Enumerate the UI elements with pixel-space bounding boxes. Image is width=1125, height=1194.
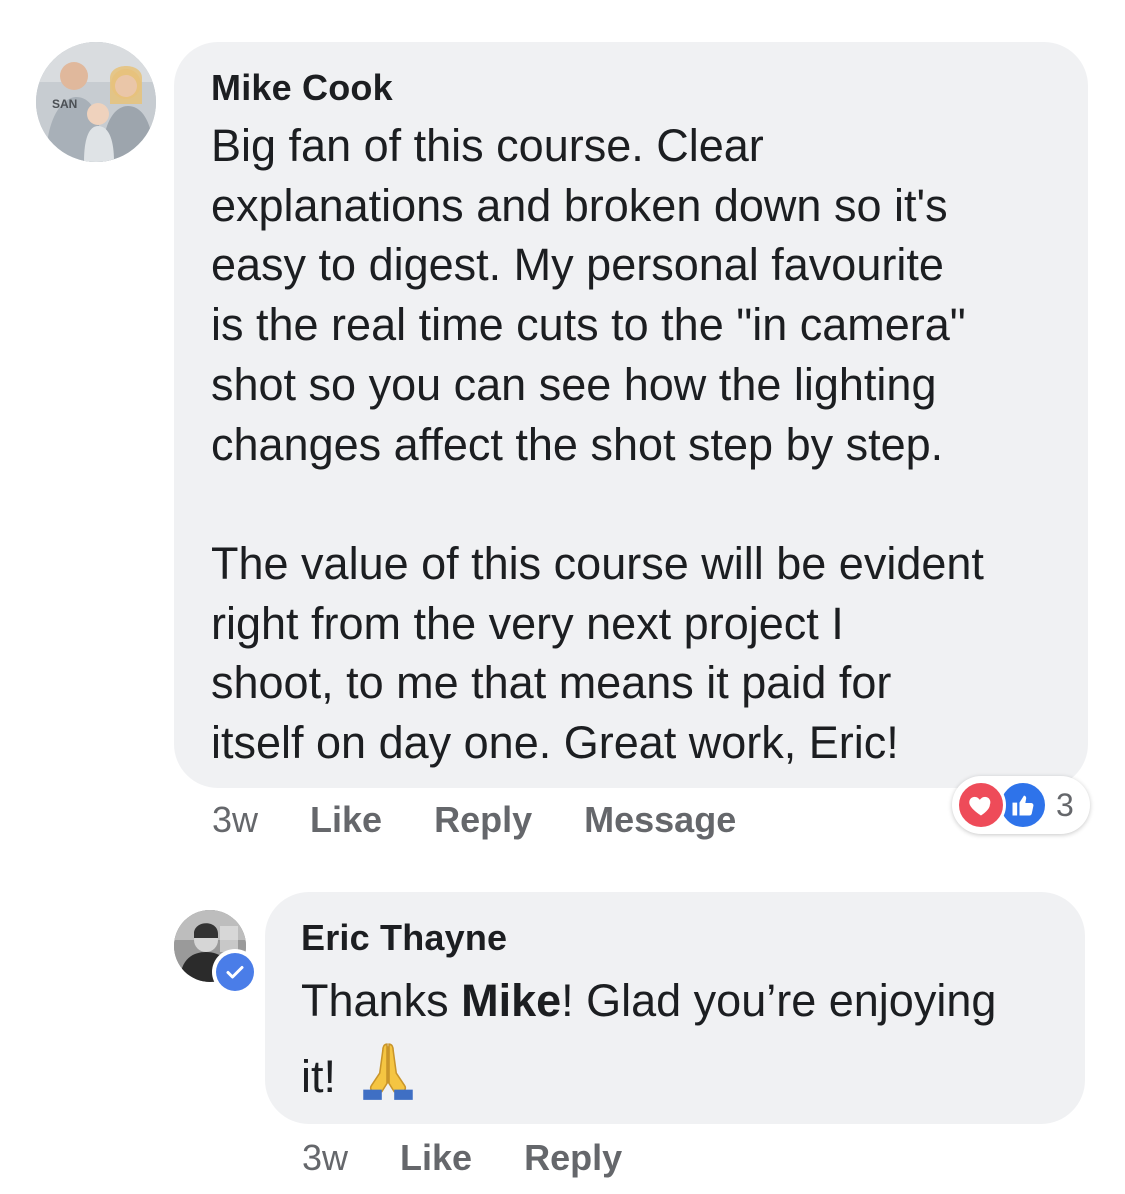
reply-text-start: Thanks xyxy=(301,975,462,1026)
message-button[interactable]: Message xyxy=(584,799,736,841)
folded-hands-emoji-icon xyxy=(355,1038,421,1104)
comment-bubble: Mike Cook Big fan of this course. Clear … xyxy=(174,42,1088,788)
reply-button[interactable]: Reply xyxy=(524,1137,622,1179)
love-icon xyxy=(956,780,1006,830)
reactions-summary[interactable]: 3 xyxy=(952,776,1090,834)
comment-actions: 3w Like Reply Message xyxy=(212,798,788,842)
comment-thread: SAN Mike Cook Big fan of this course. Cl… xyxy=(0,0,1125,1194)
verified-badge-icon xyxy=(212,949,258,995)
comment-author[interactable]: Mike Cook xyxy=(211,68,1058,108)
reply-timestamp[interactable]: 3w xyxy=(302,1137,348,1179)
reply-actions: 3w Like Reply xyxy=(302,1136,674,1180)
reply-bubble: Eric Thayne Thanks Mike! Glad you’re enj… xyxy=(265,892,1085,1124)
mentioned-name[interactable]: Mike xyxy=(461,975,561,1026)
comment-timestamp[interactable]: 3w xyxy=(212,799,258,841)
like-button[interactable]: Like xyxy=(400,1137,472,1179)
reply-button[interactable]: Reply xyxy=(434,799,532,841)
comment-text: Big fan of this course. Clear explanatio… xyxy=(211,120,984,769)
reply-author[interactable]: Eric Thayne xyxy=(301,918,1059,958)
reaction-count: 3 xyxy=(1056,786,1074,823)
like-button[interactable]: Like xyxy=(310,799,382,841)
reply-text: Thanks Mike! Glad you’re enjoying it! xyxy=(301,964,1059,1114)
avatar[interactable]: SAN xyxy=(36,42,156,162)
avatar-photo: SAN xyxy=(36,42,156,162)
svg-text:SAN: SAN xyxy=(52,97,77,111)
